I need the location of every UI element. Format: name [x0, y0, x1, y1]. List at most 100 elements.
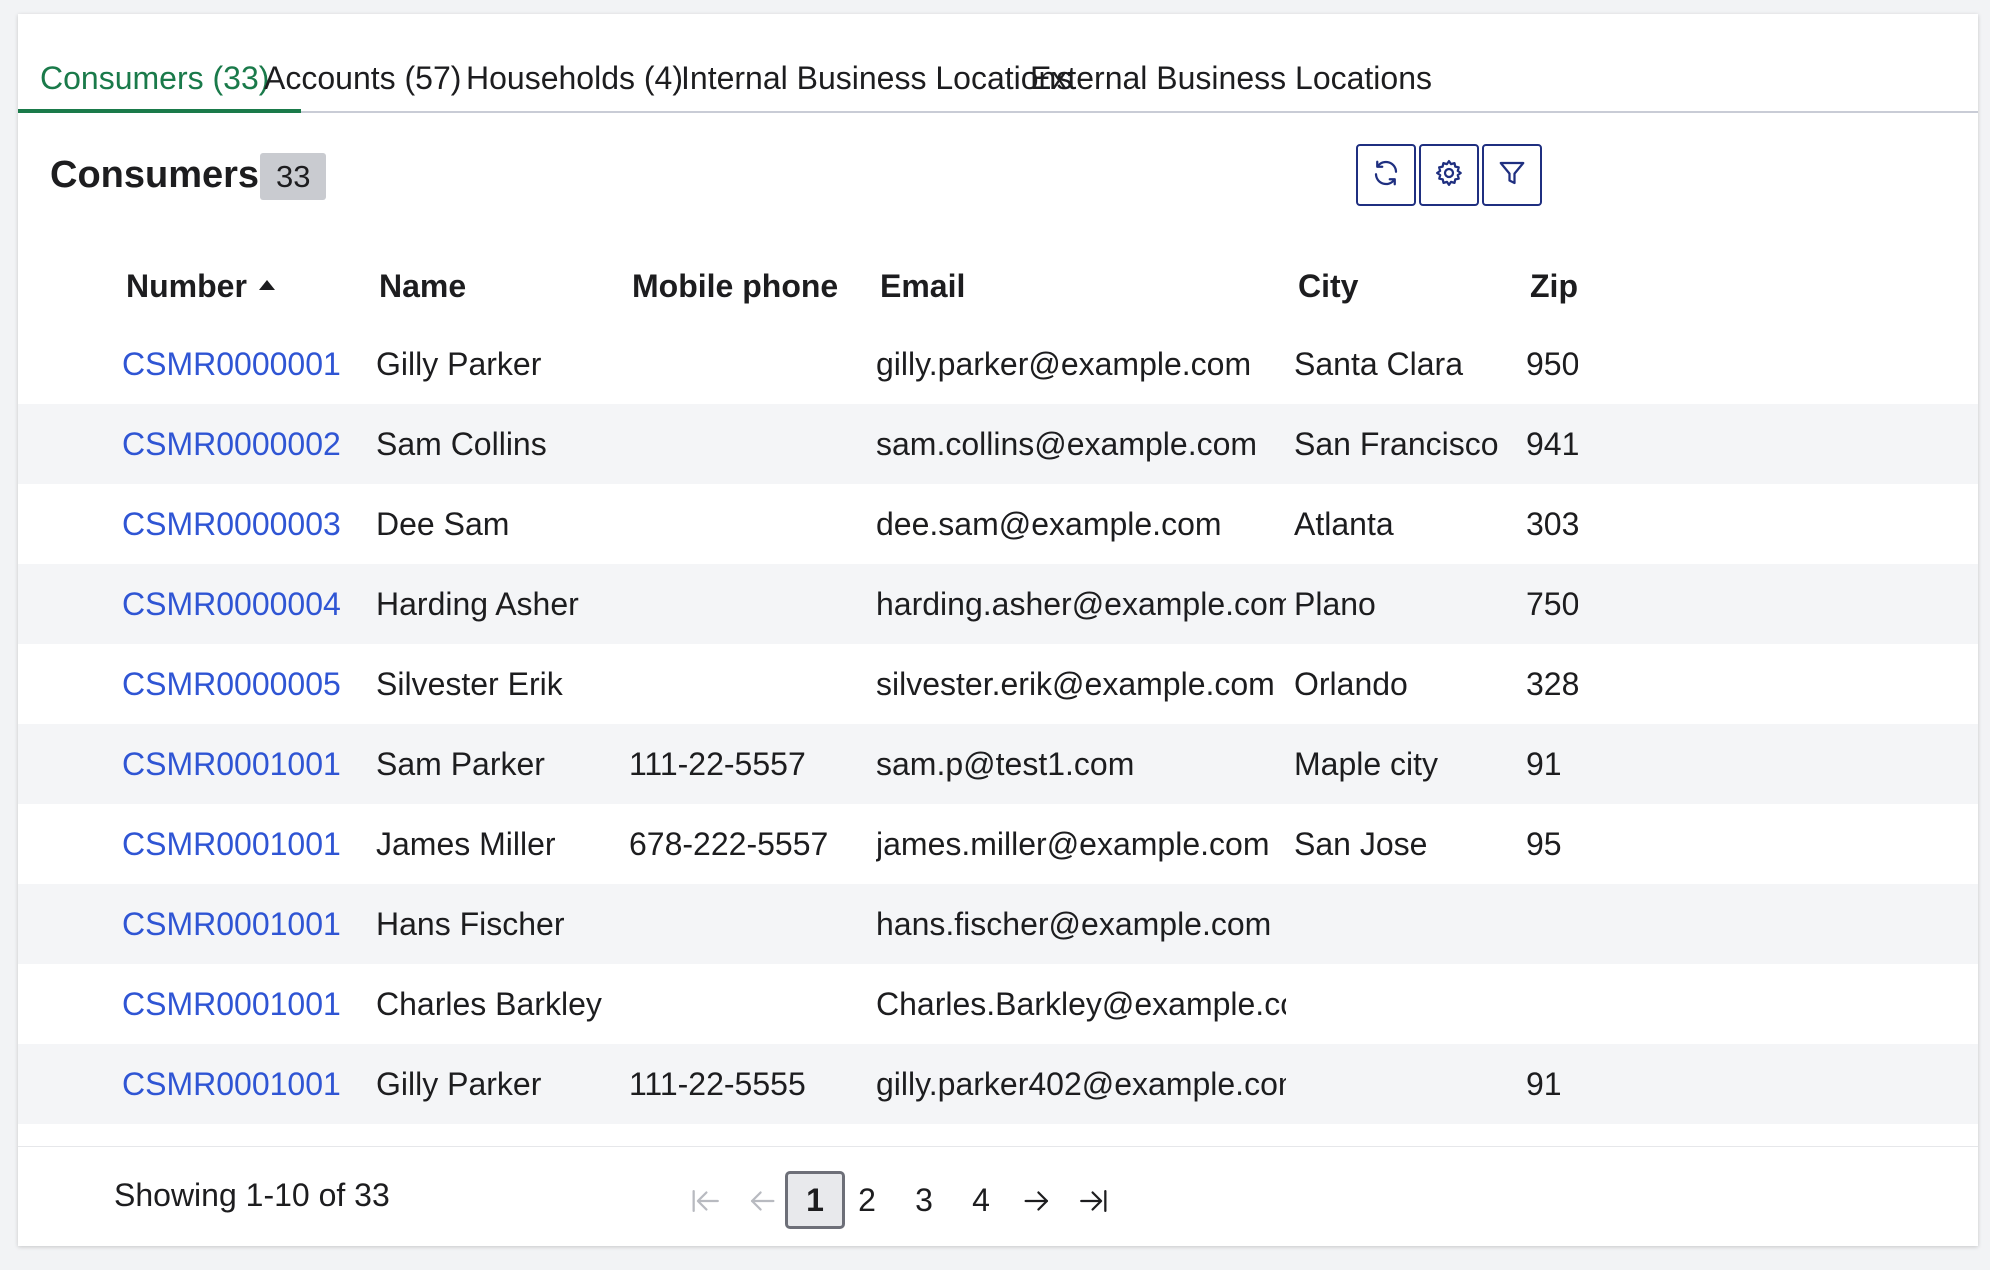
- column-header-number[interactable]: Number: [126, 250, 275, 322]
- tab-external-business-locations[interactable]: External Business Locations: [1030, 14, 1432, 111]
- cell-mobile-phone: 678-222-5557: [629, 826, 829, 862]
- table-row[interactable]: CSMR0001001 James Miller 678-222-5557 james…: [18, 804, 1978, 884]
- showing-count: Showing 1-10 of 33: [114, 1177, 390, 1213]
- cell-name: Charles Barkley: [376, 986, 602, 1022]
- cell-email: gilly.parker402@example.com: [876, 1066, 1286, 1102]
- page-button-2[interactable]: 2: [837, 1171, 897, 1229]
- tab-consumers[interactable]: Consumers (33): [18, 14, 302, 113]
- cell-number[interactable]: CSMR0001001: [122, 804, 362, 884]
- table-row[interactable]: CSMR0000002 Sam Collins sam.collins@exampl…: [18, 404, 1978, 484]
- page-button-4[interactable]: 4: [951, 1171, 1011, 1229]
- table-row[interactable]: CSMR0000001 Gilly Parker gilly.parker@exam…: [18, 324, 1978, 404]
- cell-name: James Miller: [376, 826, 556, 862]
- table-row[interactable]: CSMR0000004 Harding Asher harding.asher@ex…: [18, 564, 1978, 644]
- cell-email: sam.collins@example.com: [876, 426, 1258, 462]
- cell-city: Plano: [1294, 586, 1376, 622]
- cell-email: Charles.Barkley@example.com: [876, 986, 1286, 1022]
- cell-name: Sam Parker: [376, 746, 545, 782]
- cell-city: [1294, 1044, 1519, 1124]
- list-title: Consumers: [50, 154, 260, 196]
- cell-mobile-phone: 111-22-5557: [629, 746, 806, 782]
- cell-name: Silvester Erik: [376, 666, 563, 702]
- cell-zip: [1526, 884, 1578, 964]
- cell-email: hans.fischer@example.com: [876, 906, 1272, 942]
- filter-button[interactable]: [1482, 144, 1542, 206]
- cell-zip: 91: [1526, 746, 1562, 782]
- table-row[interactable]: CSMR0001001 Gilly Parker 111-22-5555 gilly.…: [18, 1044, 1978, 1124]
- cell-number[interactable]: CSMR0000002: [122, 404, 362, 484]
- cell-city: San Francisco: [1294, 426, 1499, 462]
- cell-number[interactable]: CSMR0001001: [122, 724, 362, 804]
- cell-city: [1294, 964, 1519, 1044]
- cell-number[interactable]: CSMR0001001: [122, 1044, 362, 1124]
- cell-zip: [1526, 964, 1578, 1044]
- cell-number[interactable]: CSMR0000003: [122, 484, 362, 564]
- last-page-button[interactable]: [1077, 1184, 1111, 1218]
- cell-mobile-phone: [629, 564, 869, 644]
- next-page-button[interactable]: [1020, 1184, 1054, 1218]
- pagination-footer: Showing 1-10 of 33 1 2 3 4: [18, 1146, 1978, 1246]
- tab-households[interactable]: Households (4): [466, 14, 683, 111]
- page-button-3[interactable]: 3: [894, 1171, 954, 1229]
- page-button-1[interactable]: 1: [785, 1171, 845, 1229]
- first-page-icon: [688, 1189, 722, 1222]
- cell-email: sam.p@test1.com: [876, 746, 1135, 782]
- cell-zip: 95: [1526, 826, 1562, 862]
- cell-mobile-phone: [629, 644, 869, 724]
- cell-name: Dee Sam: [376, 506, 510, 542]
- table-row[interactable]: CSMR0000003 Dee Sam dee.sam@example.com Atl…: [18, 484, 1978, 564]
- cell-name: Sam Collins: [376, 426, 547, 462]
- first-page-button[interactable]: [688, 1184, 722, 1218]
- last-page-icon: [1077, 1189, 1111, 1222]
- sort-ascending-icon: [258, 279, 275, 290]
- cell-mobile-phone: [629, 324, 869, 404]
- consumers-panel: Consumers (33) Accounts (57) Households …: [18, 14, 1978, 1246]
- count-badge: 33: [260, 153, 327, 200]
- cell-zip: 328: [1526, 666, 1578, 702]
- cell-zip: 950: [1526, 346, 1578, 382]
- table-row[interactable]: CSMR0000005 Silvester Erik silvester.erik@…: [18, 644, 1978, 724]
- gear-icon: [1434, 158, 1464, 193]
- cell-name: Gilly Parker: [376, 1066, 542, 1102]
- cell-city: Orlando: [1294, 666, 1408, 702]
- filter-icon: [1497, 158, 1527, 193]
- cell-city: [1294, 884, 1519, 964]
- cell-number[interactable]: CSMR0000001: [122, 324, 362, 404]
- cell-email: gilly.parker@example.com: [876, 346, 1252, 382]
- settings-button[interactable]: [1419, 144, 1479, 206]
- previous-page-button[interactable]: [745, 1184, 779, 1218]
- table-row[interactable]: CSMR0001001 Sam Parker 111-22-5557 sam.p@te…: [18, 724, 1978, 804]
- tab-internal-business-locations[interactable]: Internal Business Locations: [681, 14, 1072, 111]
- cell-mobile-phone: [629, 884, 869, 964]
- cell-mobile-phone: [629, 484, 869, 564]
- table-row[interactable]: CSMR0001001 Charles Barkley Charles.Barkle…: [18, 964, 1978, 1044]
- table-row[interactable]: CSMR0001001 Hans Fischer hans.fischer@exam…: [18, 884, 1978, 964]
- cell-name: Harding Asher: [376, 586, 579, 622]
- cell-zip: 303: [1526, 506, 1578, 542]
- cell-city: Atlanta: [1294, 506, 1394, 542]
- cell-email: james.miller@example.com: [876, 826, 1270, 862]
- cell-city: San Jose: [1294, 826, 1428, 862]
- cell-number[interactable]: CSMR0000004: [122, 564, 362, 644]
- column-header-name[interactable]: Name: [379, 250, 466, 322]
- arrow-left-icon: [745, 1191, 779, 1222]
- column-header-mobile-phone[interactable]: Mobile phone: [632, 250, 838, 322]
- tab-accounts[interactable]: Accounts (57): [264, 14, 461, 111]
- refresh-button[interactable]: [1356, 144, 1416, 206]
- arrow-right-icon: [1020, 1191, 1054, 1222]
- cell-email: dee.sam@example.com: [876, 506, 1222, 542]
- refresh-icon: [1371, 158, 1401, 193]
- tab-bar: Consumers (33) Accounts (57) Households …: [18, 14, 1978, 113]
- cell-number[interactable]: CSMR0001001: [122, 884, 362, 964]
- column-header-city[interactable]: City: [1298, 250, 1358, 322]
- cell-number[interactable]: CSMR0001001: [122, 964, 362, 1044]
- cell-city: Santa Clara: [1294, 346, 1463, 382]
- column-header-label: Number: [126, 268, 247, 304]
- column-header-email[interactable]: Email: [880, 250, 965, 322]
- cell-city: Maple city: [1294, 746, 1439, 782]
- cell-email: silvester.erik@example.com: [876, 666, 1275, 702]
- table-header: Number Name Mobile phone Email City Zip: [18, 250, 1978, 322]
- cell-mobile-phone: [629, 964, 869, 1044]
- cell-number[interactable]: CSMR0000005: [122, 644, 362, 724]
- column-header-zip[interactable]: Zip: [1530, 250, 1578, 322]
